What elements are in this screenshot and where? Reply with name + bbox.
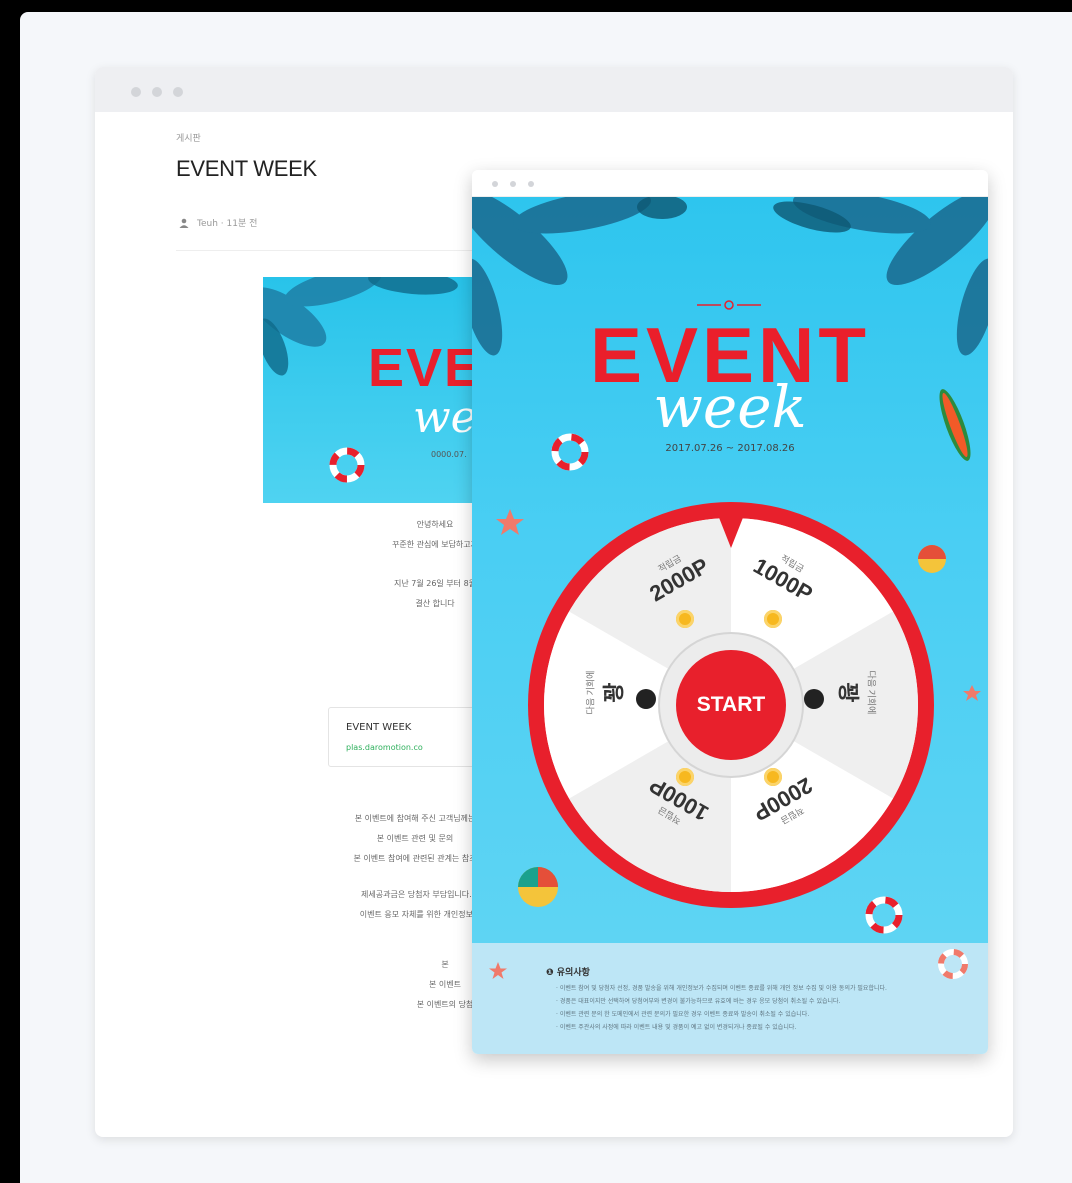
page-title: EVENT WEEK — [176, 156, 317, 181]
wheel-segment-label: 다음 기회에 꽝 — [835, 670, 877, 715]
banner-week-text: we — [413, 392, 477, 443]
window-dot-icon — [131, 87, 141, 97]
post-author-time: Teuh · 11분 전 — [197, 219, 258, 229]
coin-icon — [676, 768, 694, 786]
notice-section: ❶ 유의사항 · 이벤트 참여 및 당첨자 선정, 경품 발송을 위해 개인정보… — [472, 943, 988, 1054]
notice-line: · 경품은 대표이지만 선택하여 당첨여부와 변경이 불가능하므로 유효에 바는… — [556, 998, 841, 1005]
notice-line: · 이벤트 주관사의 사정에 따라 이벤트 내용 및 경품이 예고 없이 변경되… — [556, 1024, 797, 1031]
notice-line: · 이벤트 관련 문의 한 도메인에서 관련 문의가 필요한 경우 이벤트 종료… — [556, 1011, 810, 1018]
banner-event-text: EVE — [368, 338, 483, 398]
notice-title: ❶ 유의사항 — [546, 968, 590, 978]
front-browser-window: EVENT week 2017.07.26 ~ 2017.08.26 적립금 1… — [472, 170, 988, 1054]
sun-ornament-icon — [697, 300, 761, 310]
back-window-titlebar — [95, 67, 1013, 112]
notice-line: · 이벤트 참여 및 당첨자 선정, 경품 발송을 위해 개인정보가 수집되며 … — [556, 985, 887, 992]
post-meta: Teuh · 11분 전 — [179, 216, 257, 229]
star-icon — [489, 962, 507, 979]
window-dot-icon — [492, 181, 498, 187]
coin-icon — [676, 610, 694, 628]
link-card-title: EVENT WEEK — [346, 722, 412, 733]
window-dot-icon — [173, 87, 183, 97]
wheel-segment-label: 다음 기회에 꽝 — [585, 670, 627, 715]
roulette-wheel[interactable]: 적립금 1000P 다음 기회에 꽝 적립금 2000P 적립금 1000P 다… — [526, 500, 936, 910]
start-button[interactable]: START — [676, 650, 786, 760]
showcase-stage: 게시판 EVENT WEEK Teuh · 11분 전 EVE we 0000.… — [20, 12, 1072, 1183]
front-window-titlebar — [472, 170, 988, 197]
event-banner: EVENT week 2017.07.26 ~ 2017.08.26 적립금 1… — [472, 197, 988, 943]
coin-icon — [764, 768, 782, 786]
bomb-icon — [636, 689, 656, 709]
event-date-range: 2017.07.26 ~ 2017.08.26 — [665, 443, 795, 454]
coin-icon — [764, 610, 782, 628]
user-icon — [179, 218, 189, 228]
link-card-url[interactable]: plas.daromotion.co — [346, 743, 423, 752]
window-dot-icon — [152, 87, 162, 97]
breadcrumb[interactable]: 게시판 — [176, 131, 201, 144]
window-dot-icon — [528, 181, 534, 187]
window-dot-icon — [510, 181, 516, 187]
banner-date: 0000.07. — [431, 450, 467, 459]
week-title: week — [653, 373, 807, 441]
bomb-icon — [804, 689, 824, 709]
lifebuoy-icon — [938, 949, 968, 979]
lifebuoy-icon — [329, 447, 365, 483]
